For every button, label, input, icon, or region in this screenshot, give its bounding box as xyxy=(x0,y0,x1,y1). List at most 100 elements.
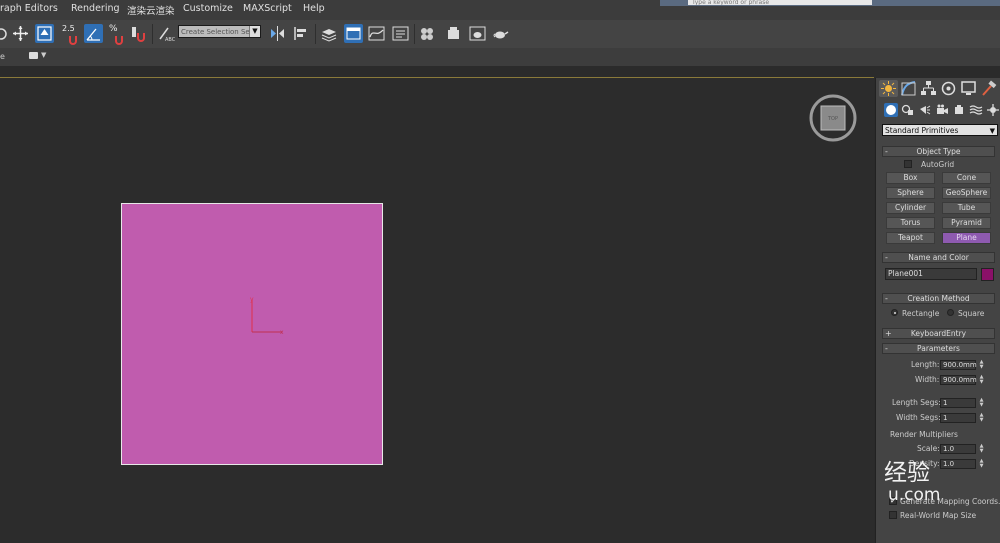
align-button[interactable] xyxy=(292,24,311,43)
autogrid-checkbox[interactable] xyxy=(904,160,912,168)
cylinder-button[interactable]: Cylinder xyxy=(886,202,935,214)
tab-hierarchy[interactable] xyxy=(919,80,938,97)
length-segs-input[interactable]: 1 xyxy=(940,398,976,408)
tube-button[interactable]: Tube xyxy=(942,202,991,214)
angle-snap-icon xyxy=(86,28,100,41)
helpers-category-button[interactable] xyxy=(952,103,966,117)
search-input[interactable]: Type a keyword or phrase xyxy=(688,0,872,5)
angle-snap-button[interactable] xyxy=(84,24,103,43)
torus-button[interactable]: Torus xyxy=(886,217,935,229)
systems-icon xyxy=(987,104,999,116)
spinner-snap-button[interactable] xyxy=(129,24,148,43)
object-name-field[interactable]: Plane001 xyxy=(885,268,977,280)
watermark-line2: u.com xyxy=(888,485,941,505)
scale-input[interactable]: 1.0 xyxy=(940,444,976,454)
box-button[interactable]: Box xyxy=(886,172,935,184)
percent-snap-button[interactable]: % xyxy=(107,24,126,45)
menu-maxscript[interactable]: MAXScript xyxy=(243,3,292,14)
pyramid-button[interactable]: Pyramid xyxy=(942,217,991,229)
curve-editor-button[interactable] xyxy=(367,24,386,43)
render-production-button[interactable] xyxy=(491,24,510,43)
render-frame-window-button[interactable] xyxy=(468,24,487,43)
spacewarps-category-button[interactable] xyxy=(969,103,983,117)
shapes-icon xyxy=(901,104,913,115)
scene-explorer-button[interactable] xyxy=(344,24,363,43)
length-input[interactable]: 900.0mm xyxy=(940,360,977,370)
autogrid-label: AutoGrid xyxy=(921,160,955,169)
shapes-category-button[interactable] xyxy=(901,103,915,117)
named-selection-icon: ABC xyxy=(159,27,175,43)
creation-method-title: Creation Method xyxy=(907,294,970,303)
plane-button[interactable]: Plane xyxy=(942,232,991,244)
named-selection-set-dropdown[interactable]: Create Selection Se ▼ xyxy=(178,25,261,38)
width-input[interactable]: 900.0mm xyxy=(940,375,977,385)
chevron-down-icon[interactable]: ▼ xyxy=(41,51,46,59)
tab-modify[interactable] xyxy=(899,80,918,97)
menu-cloud-render[interactable]: 渲染云渲染 xyxy=(127,3,175,17)
teapot-button[interactable]: Teapot xyxy=(886,232,935,244)
rectangle-label: Rectangle xyxy=(902,309,940,318)
chevron-down-icon: ▼ xyxy=(249,26,260,37)
render-multipliers-label: Render Multipliers xyxy=(890,430,958,439)
length-spinner[interactable]: ▲ ▼ xyxy=(978,360,985,370)
menu-customize[interactable]: Customize xyxy=(183,3,233,14)
select-place-button[interactable] xyxy=(35,24,54,43)
keyboard-entry-rollout-header[interactable]: + KeyboardEntry xyxy=(882,328,995,339)
geometry-category-button[interactable] xyxy=(884,103,898,117)
rotate-tool-button[interactable] xyxy=(0,24,11,43)
material-editor-button[interactable] xyxy=(418,24,437,43)
menu-help[interactable]: Help xyxy=(303,3,325,14)
move-tool-button[interactable] xyxy=(11,24,30,43)
width-spinner[interactable]: ▲ ▼ xyxy=(978,375,985,385)
lights-category-button[interactable] xyxy=(918,103,932,117)
object-type-rollout-header[interactable]: - Object Type xyxy=(882,146,995,157)
edit-named-selection-button[interactable]: ABC xyxy=(156,24,175,43)
light-icon xyxy=(920,105,931,115)
layers-icon xyxy=(321,29,337,42)
creation-method-rollout-header[interactable]: - Creation Method xyxy=(882,293,995,304)
display-monitor-icon xyxy=(961,81,976,95)
snap-toggle-button[interactable]: 2.5 xyxy=(62,24,81,45)
layer-manager-button[interactable] xyxy=(319,24,338,43)
real-world-map-size-checkbox[interactable] xyxy=(889,511,897,519)
tab-utilities[interactable] xyxy=(979,80,998,97)
parameters-rollout-header[interactable]: - Parameters xyxy=(882,343,995,354)
rectangle-radio[interactable] xyxy=(891,309,898,316)
cone-button[interactable]: Cone xyxy=(942,172,991,184)
width-segs-spinner[interactable]: ▲ ▼ xyxy=(978,413,985,423)
tab-create[interactable] xyxy=(879,80,898,97)
render-setup-button[interactable] xyxy=(444,24,463,43)
square-radio[interactable] xyxy=(947,309,954,316)
systems-category-button[interactable] xyxy=(986,103,1000,117)
geosphere-button[interactable]: GeoSphere xyxy=(942,187,991,199)
rollout-collapse-sign: - xyxy=(885,344,888,353)
width-label: Width: xyxy=(915,375,940,384)
viewcube[interactable]: TOP xyxy=(808,93,858,143)
align-icon xyxy=(294,27,306,40)
mirror-button[interactable] xyxy=(268,24,287,43)
object-color-swatch[interactable] xyxy=(981,268,994,281)
primitive-category-dropdown[interactable]: Standard Primitives ▼ xyxy=(882,124,998,136)
cameras-category-button[interactable] xyxy=(935,103,949,117)
hammer-icon xyxy=(982,80,997,96)
menu-rendering[interactable]: Rendering xyxy=(71,3,120,14)
density-input[interactable]: 1.0 xyxy=(940,459,976,469)
toolbar-separator xyxy=(315,24,316,44)
length-segs-label: Length Segs: xyxy=(892,398,941,407)
tab-motion[interactable] xyxy=(939,80,958,97)
mirror-icon xyxy=(271,26,284,41)
length-segs-spinner[interactable]: ▲ ▼ xyxy=(978,398,985,408)
teapot-icon xyxy=(493,31,509,39)
viewport-layout-icon[interactable] xyxy=(29,52,38,59)
watermark-line1: 经验 xyxy=(884,460,930,486)
render-setup-icon xyxy=(448,27,459,39)
menu-graph-editors[interactable]: raph Editors xyxy=(0,3,58,14)
sphere-button[interactable]: Sphere xyxy=(886,187,935,199)
density-spinner[interactable]: ▲ ▼ xyxy=(978,459,985,469)
tab-display[interactable] xyxy=(959,80,978,97)
width-segs-input[interactable]: 1 xyxy=(940,413,976,423)
scale-spinner[interactable]: ▲ ▼ xyxy=(978,444,985,454)
transform-gizmo[interactable]: y x xyxy=(246,294,290,338)
name-and-color-rollout-header[interactable]: - Name and Color xyxy=(882,252,995,263)
schematic-view-button[interactable] xyxy=(391,24,410,43)
